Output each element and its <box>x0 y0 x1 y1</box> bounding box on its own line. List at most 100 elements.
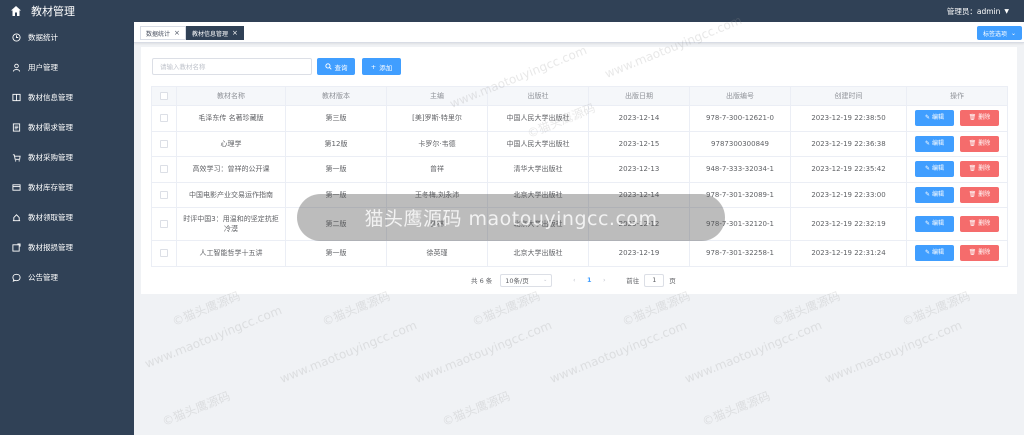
row-checkbox[interactable] <box>160 165 168 174</box>
cell-publisher: 中国人民大学出版社 <box>487 131 589 157</box>
clock-icon <box>12 32 21 42</box>
sidebar-item-announcement[interactable]: 公告管理 <box>0 262 134 292</box>
delete-button[interactable]: 🗑 删除 <box>960 161 999 178</box>
trash-icon: 🗑 <box>968 139 977 147</box>
pagination: 共 6 条 10条/页 ⌄ ‹ 1 › 前往 1 页 <box>471 273 676 287</box>
row-select-cell[interactable] <box>151 105 177 132</box>
edit-button[interactable]: ✎ 编辑 <box>915 186 954 203</box>
sidebar-item-users[interactable]: 用户管理 <box>0 52 134 82</box>
sidebar-item-label: 数据统计 <box>28 32 58 42</box>
cell-isbn: 978-7-301-32258-1 <box>689 240 791 267</box>
tab-options-label: 标签选项 <box>982 30 1007 38</box>
edit-label: 编辑 <box>932 165 945 173</box>
sidebar-item-demand[interactable]: 教材需求管理 <box>0 112 134 142</box>
row-select-cell[interactable] <box>151 240 177 267</box>
watermark-text: www.maotouyingcc.com <box>822 318 964 386</box>
cell-version: 第12版 <box>285 131 387 157</box>
sidebar-item-label: 用户管理 <box>28 62 58 72</box>
delete-button[interactable]: 🗑 删除 <box>960 186 999 203</box>
add-button[interactable]: + 添加 <box>362 58 401 75</box>
sidebar-item-inventory[interactable]: 教材库存管理 <box>0 172 134 202</box>
edit-button[interactable]: ✎ 编辑 <box>915 135 954 152</box>
admin-label: 管理员：admin <box>946 6 1001 16</box>
page-number[interactable]: 1 <box>584 276 594 284</box>
book-icon <box>12 93 21 101</box>
goto-page-input[interactable]: 1 <box>644 273 665 287</box>
app-title: 教材管理 <box>31 5 75 18</box>
sidebar-item-stats[interactable]: 数据统计 <box>0 22 134 52</box>
sidebar: 数据统计 用户管理 教材信息管理 教材需求管理 教材采购管理 教材库存管理 教材… <box>0 22 134 435</box>
sidebar-item-receive[interactable]: 教材领取管理 <box>0 202 134 232</box>
edit-icon: ✎ <box>924 249 930 257</box>
tag-stats[interactable]: 数据统计 × <box>140 26 186 40</box>
tags-bar: 数据统计 × 教材信息管理 × 标签选项 ⌄ <box>134 22 1024 43</box>
table-row: 毛泽东传 名著珍藏版 第三版 [美]罗斯·特里尔 中国人民大学出版社 2023-… <box>151 105 1008 132</box>
cell-name: 时评中国3：用温和的坚定抗拒冷漠 <box>176 207 286 241</box>
trash-icon: 🗑 <box>968 165 977 173</box>
home-icon <box>11 6 21 16</box>
watermark-text: ©猫头鹰源码 <box>440 388 513 429</box>
caret-down-icon: ▼ <box>1004 7 1009 15</box>
row-checkbox[interactable] <box>160 220 168 228</box>
cart-icon <box>12 153 21 161</box>
edit-label: 编辑 <box>932 249 945 257</box>
sidebar-item-label: 教材领取管理 <box>28 212 73 222</box>
cell-created: 2023-12-19 22:31:24 <box>790 240 907 267</box>
delete-button[interactable]: 🗑 删除 <box>960 245 999 262</box>
brand[interactable]: 教材管理 <box>10 0 75 22</box>
cell-date: 2023-12-15 <box>588 131 690 157</box>
row-checkbox[interactable] <box>160 139 168 148</box>
select-all-cell[interactable] <box>151 86 177 106</box>
column-header: 出版日期 <box>588 86 690 106</box>
sidebar-item-damage[interactable]: 教材报损管理 <box>0 232 134 262</box>
delete-label: 删除 <box>978 249 991 257</box>
edit-label: 编辑 <box>932 220 945 227</box>
user-menu[interactable]: 管理员：admin ▼ <box>947 0 1009 22</box>
edit-label: 编辑 <box>932 139 945 147</box>
cell-name: 心理学 <box>176 131 286 157</box>
cell-created: 2023-12-19 22:33:00 <box>790 182 907 208</box>
sidebar-item-label: 公告管理 <box>28 272 58 282</box>
row-checkbox[interactable] <box>160 190 168 199</box>
sidebar-item-purchase[interactable]: 教材采购管理 <box>0 142 134 172</box>
delete-button[interactable]: 🗑 删除 <box>960 216 999 232</box>
trash-icon: 🗑 <box>968 249 977 257</box>
row-select-cell[interactable] <box>151 207 177 241</box>
cell-created: 2023-12-19 22:32:19 <box>790 207 907 241</box>
next-page-button[interactable]: › <box>594 276 614 284</box>
tag-label: 数据统计 <box>146 30 171 38</box>
cell-date: 2023-12-14 <box>588 105 690 132</box>
delete-button[interactable]: 🗑 删除 <box>960 110 999 127</box>
row-checkbox[interactable] <box>160 249 168 258</box>
row-select-cell[interactable] <box>151 182 177 208</box>
close-icon[interactable]: × <box>174 29 180 37</box>
select-all-checkbox[interactable] <box>160 92 168 100</box>
search-input[interactable] <box>152 58 312 75</box>
edit-button[interactable]: ✎ 编辑 <box>915 161 954 178</box>
column-header: 创建时间 <box>790 86 907 106</box>
chevron-down-icon: ⌄ <box>543 277 548 283</box>
tab-options-button[interactable]: 标签选项 ⌄ <box>976 26 1022 40</box>
query-button[interactable]: 查询 <box>317 58 355 75</box>
prev-page-button[interactable]: ‹ <box>564 276 584 284</box>
cell-created: 2023-12-19 22:38:50 <box>790 105 907 132</box>
main-card: 查询 + 添加 教材名称 教材版本 主编 出版社 出版日期 出版编号 创建时间 … <box>141 47 1017 294</box>
edit-button[interactable]: ✎ 编辑 <box>915 110 954 127</box>
tag-book-info[interactable]: 教材信息管理 × <box>186 26 244 40</box>
tag-label: 教材信息管理 <box>192 30 229 38</box>
edit-button[interactable]: ✎ 编辑 <box>915 245 954 262</box>
edit-button[interactable]: ✎ 编辑 <box>915 216 954 232</box>
close-icon[interactable]: × <box>232 29 238 37</box>
row-checkbox[interactable] <box>160 114 168 123</box>
edit-icon: ✎ <box>924 139 930 147</box>
user-icon <box>12 63 21 72</box>
sidebar-item-book-info[interactable]: 教材信息管理 <box>0 82 134 112</box>
sidebar-item-label: 教材报损管理 <box>28 242 73 252</box>
row-select-cell[interactable] <box>151 156 177 183</box>
trash-icon: 🗑 <box>968 114 977 122</box>
row-select-cell[interactable] <box>151 131 177 157</box>
column-header: 教材版本 <box>285 86 387 106</box>
page-size-select[interactable]: 10条/页 ⌄ <box>500 273 553 287</box>
delete-button[interactable]: 🗑 删除 <box>960 135 999 152</box>
edit-icon: ✎ <box>924 190 930 198</box>
